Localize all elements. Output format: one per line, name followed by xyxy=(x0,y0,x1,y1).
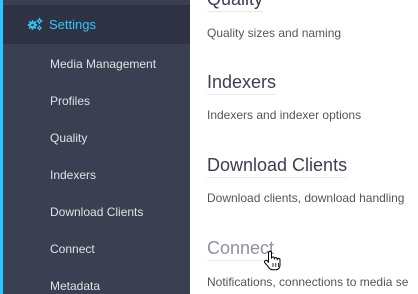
cogs-icon xyxy=(27,17,43,31)
sidebar-item-indexers[interactable]: Indexers xyxy=(50,168,96,183)
section-title-download-clients[interactable]: Download Clients xyxy=(207,155,348,178)
settings-overview: Quality Quality sizes and naming Indexer… xyxy=(190,0,418,294)
sidebar-item-download-clients[interactable]: Download Clients xyxy=(50,205,143,220)
sidebar-item-media-management[interactable]: Media Management xyxy=(50,57,156,72)
sidebar-item-quality[interactable]: Quality xyxy=(50,131,87,146)
section-title-quality[interactable]: Quality xyxy=(207,0,264,12)
sidebar-item-settings-label: Settings xyxy=(49,17,96,32)
sidebar-item-profiles[interactable]: Profiles xyxy=(50,94,90,109)
section-title-indexers[interactable]: Indexers xyxy=(207,72,277,95)
section-desc-indexers: Indexers and indexer options xyxy=(207,108,362,122)
sidebar-accent-bar xyxy=(0,0,3,294)
section-desc-download-clients: Download clients, download handling xyxy=(207,191,405,205)
section-title-connect[interactable]: Connect xyxy=(207,238,275,261)
section-desc-quality: Quality sizes and naming xyxy=(207,26,342,40)
sidebar-item-settings[interactable]: Settings xyxy=(3,5,190,44)
sidebar-item-metadata[interactable]: Metadata xyxy=(50,279,100,294)
section-desc-connect: Notifications, connections to media se xyxy=(207,275,409,289)
sidebar-item-connect[interactable]: Connect xyxy=(50,242,95,257)
sidebar: Settings Media Management Profiles Quali… xyxy=(0,0,190,294)
